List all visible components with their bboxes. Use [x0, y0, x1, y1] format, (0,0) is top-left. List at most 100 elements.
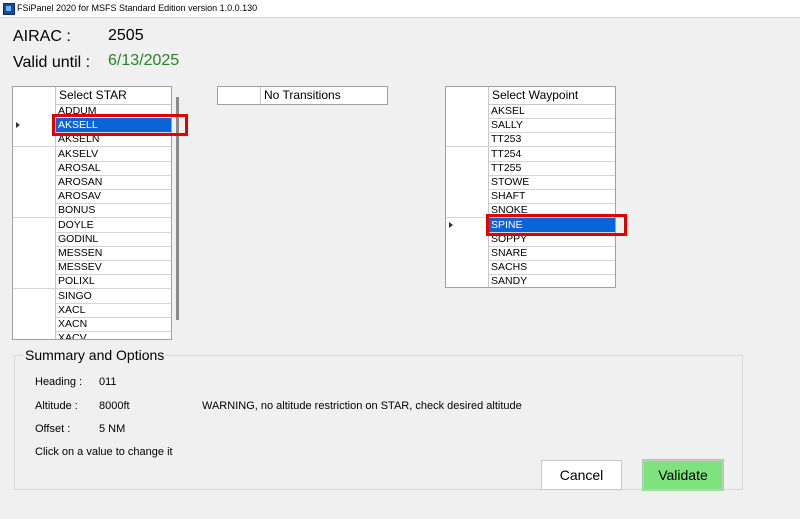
row-cell[interactable]: SNARE — [489, 246, 615, 260]
row-cell[interactable]: MESSEN — [56, 246, 171, 260]
star-list-row[interactable]: BONUS — [13, 203, 171, 219]
row-cell[interactable]: AROSAV — [56, 189, 171, 203]
row-cell[interactable]: AROSAN — [56, 175, 171, 189]
row-cell[interactable]: GODINL — [56, 232, 171, 246]
row-header[interactable] — [446, 274, 489, 287]
row-header[interactable] — [13, 189, 56, 204]
row-header[interactable] — [446, 203, 489, 218]
transitions-header-label: No Transitions — [264, 88, 341, 102]
star-list-row[interactable]: AKSELV — [13, 146, 171, 162]
row-cell[interactable]: SACHS — [489, 260, 615, 274]
star-list-row[interactable]: GODINL — [13, 231, 171, 247]
row-header[interactable] — [446, 231, 489, 246]
star-list-row[interactable]: AROSAV — [13, 189, 171, 205]
transitions-header[interactable]: No Transitions — [218, 87, 387, 104]
waypoint-list-row[interactable]: SACHS — [446, 260, 615, 276]
valid-until-label: Valid until : — [13, 54, 91, 71]
waypoint-list[interactable]: Select Waypoint AKSEL SALLY TT253 TT254 TT25… — [445, 86, 616, 288]
row-header[interactable] — [446, 189, 489, 204]
row-header[interactable] — [13, 132, 56, 147]
row-cell[interactable]: TT255 — [489, 161, 615, 175]
row-header[interactable] — [13, 331, 56, 339]
waypoint-list-row[interactable]: SANDY — [446, 274, 615, 287]
waypoint-list-row[interactable]: SNARE — [446, 246, 615, 261]
row-header[interactable] — [446, 104, 489, 118]
row-header[interactable] — [446, 146, 489, 161]
heading-value[interactable]: 011 — [99, 376, 117, 388]
airac-label: AIRAC : — [13, 28, 71, 45]
row-header[interactable] — [13, 302, 56, 317]
row-cell[interactable]: AROSAL — [56, 161, 171, 175]
row-cell[interactable]: SALLY — [489, 118, 615, 132]
row-cell[interactable]: AKSEL — [489, 104, 615, 118]
waypoint-list-row[interactable]: TT254 — [446, 146, 615, 162]
selection-highlight-box — [486, 213, 627, 236]
transitions-list[interactable]: No Transitions — [217, 86, 388, 105]
waypoint-list-row[interactable]: TT253 — [446, 132, 615, 148]
star-list-row[interactable]: DOYLE — [13, 217, 171, 233]
title-bar: FSiPanel 2020 for MSFS Standard Edition … — [0, 0, 800, 18]
app-icon — [3, 3, 15, 15]
row-header[interactable] — [13, 317, 56, 331]
row-header[interactable] — [446, 160, 489, 175]
hint-text: Click on a value to change it — [35, 446, 173, 458]
star-list-row[interactable]: XACL — [13, 302, 171, 318]
row-header[interactable] — [446, 132, 489, 147]
row-header[interactable] — [13, 104, 56, 118]
altitude-value[interactable]: 8000ft — [99, 400, 130, 412]
row-header[interactable] — [13, 231, 56, 246]
waypoint-list-row[interactable]: SHAFT — [446, 189, 615, 205]
waypoint-list-row[interactable]: AKSEL — [446, 104, 615, 119]
cancel-button[interactable]: Cancel — [541, 460, 622, 490]
summary-title: Summary and Options — [23, 347, 167, 363]
row-cell[interactable]: XACL — [56, 303, 171, 317]
waypoint-list-row[interactable]: SALLY — [446, 118, 615, 134]
window-title: FSiPanel 2020 for MSFS Standard Edition … — [17, 3, 258, 13]
star-list-row[interactable]: MESSEV — [13, 260, 171, 276]
row-header[interactable] — [13, 146, 56, 161]
star-list-row[interactable]: MESSEN — [13, 246, 171, 261]
star-list-header[interactable]: Select STAR — [13, 87, 171, 105]
selection-highlight-box — [52, 114, 188, 137]
row-header[interactable] — [13, 246, 56, 260]
waypoint-list-header-label: Select Waypoint — [492, 88, 579, 102]
star-list-row[interactable]: XACN — [13, 317, 171, 332]
row-cell[interactable]: SHAFT — [489, 189, 615, 203]
row-cell[interactable]: AKSELV — [56, 147, 171, 161]
waypoint-list-header[interactable]: Select Waypoint — [446, 87, 615, 105]
waypoint-list-row[interactable]: STOWE — [446, 175, 615, 190]
airac-value: 2505 — [108, 27, 144, 44]
row-cell[interactable]: BONUS — [56, 203, 171, 217]
offset-label: Offset : — [35, 423, 71, 435]
row-cell[interactable]: SANDY — [489, 274, 615, 287]
offset-value[interactable]: 5 NM — [99, 423, 125, 435]
row-cell[interactable]: SINGO — [56, 289, 171, 303]
row-header[interactable] — [446, 175, 489, 189]
row-cell[interactable]: TT254 — [489, 147, 615, 161]
row-header[interactable] — [13, 203, 56, 218]
row-header[interactable] — [446, 246, 489, 260]
star-list-row[interactable]: SINGO — [13, 288, 171, 304]
row-header[interactable] — [13, 217, 56, 232]
waypoint-list-row[interactable]: TT255 — [446, 160, 615, 176]
selected-row-arrow-icon — [16, 122, 20, 129]
validate-button[interactable]: Validate — [642, 459, 724, 491]
row-cell[interactable]: MESSEV — [56, 260, 171, 274]
row-header[interactable] — [13, 160, 56, 175]
row-cell[interactable]: POLIXL — [56, 274, 171, 288]
row-cell[interactable]: TT253 — [489, 132, 615, 146]
row-header[interactable] — [13, 175, 56, 189]
row-cell[interactable]: STOWE — [489, 175, 615, 189]
row-header[interactable] — [13, 288, 56, 303]
row-header[interactable] — [446, 260, 489, 275]
row-cell[interactable]: DOYLE — [56, 218, 171, 232]
row-header[interactable] — [446, 118, 489, 133]
star-list-row[interactable]: XACV — [13, 331, 171, 339]
star-list-row[interactable]: AROSAL — [13, 160, 171, 176]
row-cell[interactable]: XACN — [56, 317, 171, 331]
row-header[interactable] — [13, 260, 56, 275]
star-list-row[interactable]: POLIXL — [13, 274, 171, 290]
row-cell[interactable]: XACV — [56, 331, 171, 339]
row-header[interactable] — [13, 274, 56, 289]
star-list-row[interactable]: AROSAN — [13, 175, 171, 190]
